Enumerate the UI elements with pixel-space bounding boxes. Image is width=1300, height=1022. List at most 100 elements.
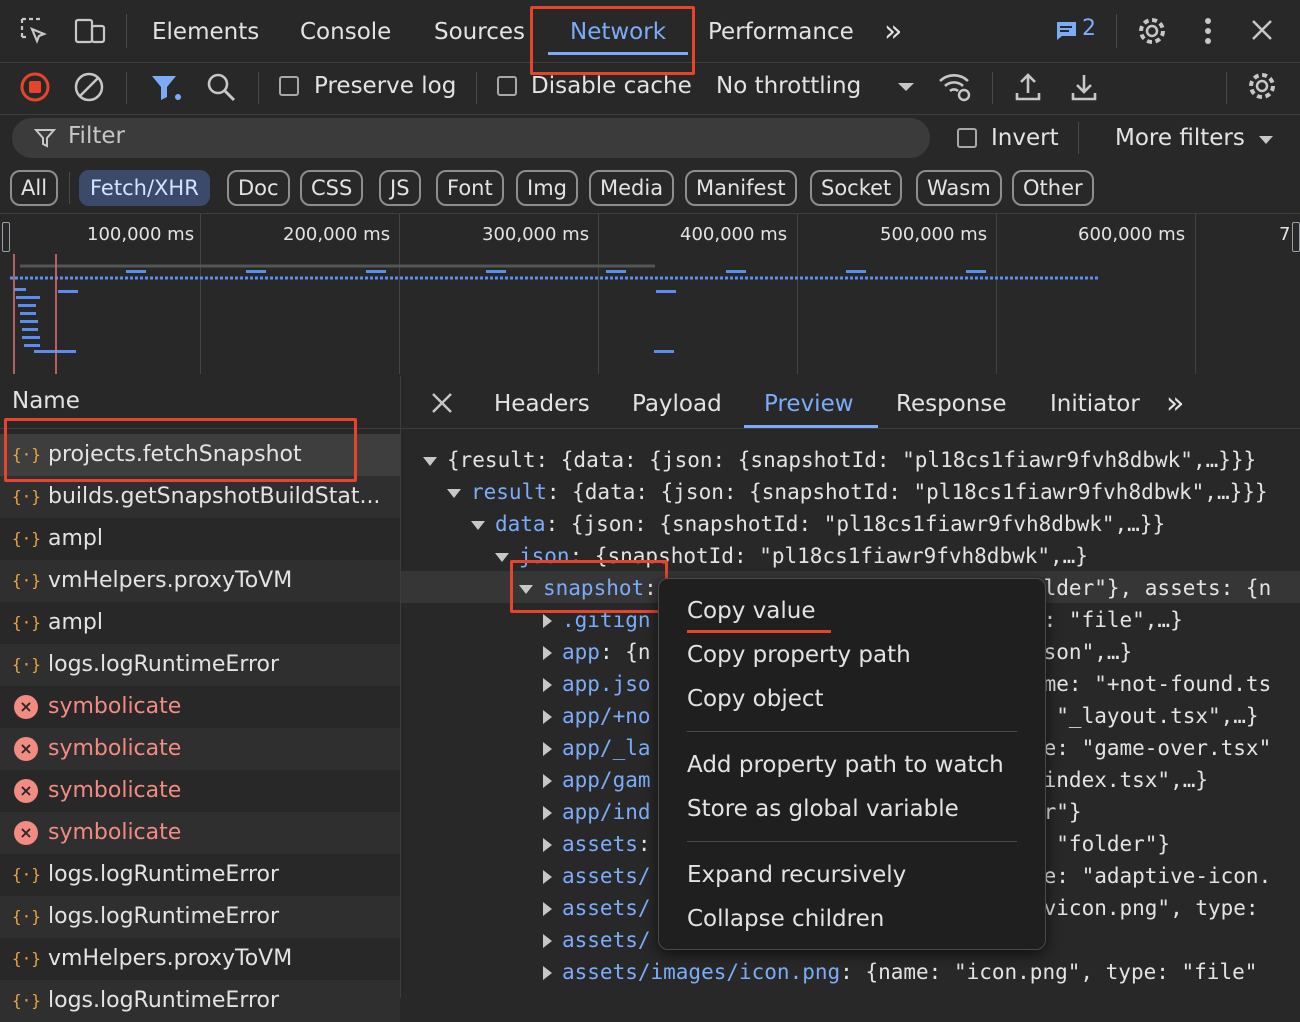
collapsed-arrow-icon[interactable]	[543, 774, 552, 788]
json-tree-node[interactable]: app/gam	[543, 764, 651, 796]
request-row[interactable]: {·} vmHelpers.proxyToVM	[0, 560, 400, 602]
expand-arrow-icon[interactable]	[471, 520, 485, 530]
json-tree-node[interactable]: app.jso	[543, 668, 651, 700]
json-tree-node[interactable]: json: {snapshotId: "pl18cs1fiawr9fvh8dbw…	[495, 540, 1088, 572]
menu-add-property-path-to-watch[interactable]: Add property path to watch	[687, 750, 1004, 780]
collapsed-arrow-icon[interactable]	[543, 966, 552, 980]
disable-cache-checkbox[interactable]	[497, 76, 517, 96]
menu-copy-object[interactable]: Copy object	[687, 684, 824, 714]
device-toolbar-icon[interactable]	[72, 16, 108, 46]
tab-sources[interactable]: Sources	[434, 0, 525, 62]
type-chip-img[interactable]: Img	[516, 170, 578, 206]
detail-tab-preview[interactable]: Preview	[764, 376, 854, 428]
request-row[interactable]: {·} projects.fetchSnapshot	[0, 434, 400, 476]
collapsed-arrow-icon[interactable]	[543, 902, 552, 916]
collapsed-arrow-icon[interactable]	[543, 646, 552, 660]
close-devtools-icon[interactable]	[1248, 16, 1276, 44]
type-chip-css[interactable]: CSS	[300, 170, 364, 206]
request-row[interactable]: × symbolicate	[0, 812, 400, 854]
json-tree-node[interactable]: .gitign	[543, 604, 651, 636]
export-har-icon[interactable]	[1068, 70, 1100, 104]
menu-copy-value[interactable]: Copy value	[687, 596, 815, 626]
menu-expand-recursively[interactable]: Expand recursively	[687, 860, 906, 890]
close-detail-icon[interactable]	[429, 390, 455, 416]
tab-performance[interactable]: Performance	[708, 0, 854, 62]
request-row[interactable]: × symbolicate	[0, 686, 400, 728]
menu-copy-property-path[interactable]: Copy property path	[687, 640, 911, 670]
import-har-icon[interactable]	[1012, 70, 1044, 104]
tab-elements[interactable]: Elements	[152, 0, 259, 62]
json-tree-node[interactable]: app: {n	[543, 636, 651, 668]
collapsed-arrow-icon[interactable]	[543, 870, 552, 884]
collapsed-arrow-icon[interactable]	[543, 710, 552, 724]
type-chip-other[interactable]: Other	[1012, 170, 1094, 206]
json-tree-node[interactable]: snapshot:	[519, 572, 657, 604]
inspect-element-icon[interactable]	[18, 16, 50, 46]
chevron-down-icon[interactable]	[896, 80, 916, 94]
throttling-select[interactable]: No throttling	[716, 72, 861, 100]
collapsed-arrow-icon[interactable]	[543, 934, 552, 948]
expand-arrow-icon[interactable]	[447, 488, 461, 498]
name-column-header[interactable]: Name	[12, 388, 80, 414]
kebab-menu-icon[interactable]	[1196, 15, 1220, 47]
request-row[interactable]: {·} logs.logRuntimeError	[0, 896, 400, 938]
type-chip-manifest[interactable]: Manifest	[685, 170, 797, 206]
request-row[interactable]: × symbolicate	[0, 770, 400, 812]
detail-tab-payload[interactable]: Payload	[632, 376, 722, 428]
collapsed-arrow-icon[interactable]	[543, 742, 552, 756]
detail-tab-response[interactable]: Response	[896, 376, 1006, 428]
collapsed-arrow-icon[interactable]	[543, 838, 552, 852]
preserve-log-checkbox[interactable]	[279, 76, 299, 96]
more-detail-tabs-icon[interactable]: »	[1166, 376, 1184, 428]
type-chip-media[interactable]: Media	[589, 170, 675, 206]
type-chip-socket[interactable]: Socket	[810, 170, 903, 206]
json-tree-node[interactable]: app/+no	[543, 700, 651, 732]
request-row[interactable]: {·} logs.logRuntimeError	[0, 644, 400, 686]
tab-console[interactable]: Console	[300, 0, 391, 62]
menu-store-as-global-variable[interactable]: Store as global variable	[687, 794, 959, 824]
more-tabs-icon[interactable]: »	[884, 0, 902, 62]
request-row[interactable]: {·} logs.logRuntimeError	[0, 980, 400, 1022]
collapsed-arrow-icon[interactable]	[543, 678, 552, 692]
json-tree-node[interactable]: assets/	[543, 892, 651, 924]
type-chip-font[interactable]: Font	[436, 170, 504, 206]
settings-gear-icon[interactable]	[1136, 15, 1168, 47]
filter-input[interactable]: Filter	[12, 118, 930, 158]
expand-arrow-icon[interactable]	[519, 584, 533, 594]
json-tree-node[interactable]: assets/images/icon.png: {name: "icon.png…	[543, 956, 1257, 988]
json-tree-node[interactable]: data: {json: {snapshotId: "pl18cs1fiawr9…	[471, 508, 1165, 540]
search-icon[interactable]	[204, 70, 238, 104]
type-chip-fetch-xhr[interactable]: Fetch/XHR	[79, 170, 210, 206]
json-tree-node[interactable]: result: {data: {json: {snapshotId: "pl18…	[447, 476, 1268, 508]
network-settings-gear-icon[interactable]	[1246, 70, 1278, 102]
filter-funnel-icon[interactable]	[148, 70, 184, 104]
request-row[interactable]: {·} ampl	[0, 602, 400, 644]
json-tree-node[interactable]: {result: {data: {json: {snapshotId: "pl1…	[423, 444, 1256, 476]
clear-icon[interactable]	[72, 70, 106, 104]
type-chip-doc[interactable]: Doc	[227, 170, 290, 206]
request-row[interactable]: {·} vmHelpers.proxyToVM	[0, 938, 400, 980]
more-filters-button[interactable]: More filters	[1115, 124, 1245, 152]
invert-checkbox[interactable]	[957, 128, 977, 148]
detail-tab-headers[interactable]: Headers	[494, 376, 590, 428]
stop-recording-icon[interactable]	[18, 70, 52, 104]
request-row[interactable]: {·} builds.getSnapshotBuildStat...	[0, 476, 400, 518]
json-tree-node[interactable]: assets:	[543, 828, 651, 860]
collapsed-arrow-icon[interactable]	[543, 806, 552, 820]
json-tree-node[interactable]: app/ind	[543, 796, 651, 828]
json-tree-node[interactable]: assets/	[543, 860, 651, 892]
collapsed-arrow-icon[interactable]	[543, 614, 552, 628]
request-row[interactable]: {·} ampl	[0, 518, 400, 560]
network-overview-timeline[interactable]: 100,000 ms 200,000 ms 300,000 ms 400,000…	[0, 213, 1300, 377]
expand-arrow-icon[interactable]	[495, 552, 509, 562]
network-conditions-icon[interactable]	[936, 70, 974, 104]
detail-tab-initiator[interactable]: Initiator	[1050, 376, 1140, 428]
request-row[interactable]: × symbolicate	[0, 728, 400, 770]
json-tree-node[interactable]: app/_la	[543, 732, 651, 764]
request-row[interactable]: {·} logs.logRuntimeError	[0, 854, 400, 896]
more-filters-chevron-icon[interactable]	[1257, 134, 1275, 146]
expand-arrow-icon[interactable]	[423, 456, 437, 466]
json-tree-node[interactable]: assets/	[543, 924, 651, 956]
type-chip-wasm[interactable]: Wasm	[916, 170, 1002, 206]
type-chip-all[interactable]: All	[10, 170, 59, 206]
